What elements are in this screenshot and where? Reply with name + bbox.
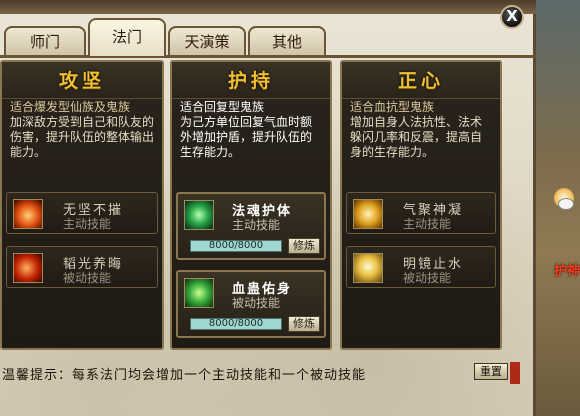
close-button[interactable]: X — [500, 5, 524, 29]
flame-warrior-icon — [13, 199, 43, 229]
skill-type: 被动技能 — [63, 271, 112, 285]
footer-tip: 温馨提示：每系法门均会增加一个主动技能和一个被动技能 — [2, 368, 367, 383]
desc-first-line: 适合爆发型仙族及鬼族 — [10, 100, 131, 114]
skill-type: 主动技能 — [403, 217, 452, 231]
column-title: 攻坚 — [2, 62, 162, 99]
skill-progress-bar: 8000/8000 — [190, 240, 282, 252]
tab-other[interactable]: 其他 — [248, 26, 326, 56]
red-seal-decoration — [510, 362, 520, 384]
skill-type: 主动技能 — [232, 218, 281, 232]
skill-type: 被动技能 — [403, 271, 452, 285]
column-zhengxin: 正心 适合血抗型鬼族 增加自身人法抗性、法术躲闪几率和反震，提高自身的生存能力。… — [340, 60, 502, 350]
train-button[interactable]: 修炼 — [288, 316, 320, 332]
skill-card[interactable]: 明镜止水 被动技能 — [346, 246, 496, 288]
skill-progress-bar: 8000/8000 — [190, 318, 282, 330]
skill-card[interactable]: 无坚不摧 主动技能 — [6, 192, 158, 234]
skill-card[interactable]: 气聚神凝 主动技能 — [346, 192, 496, 234]
skill-card[interactable]: 血蛊佑身 被动技能 8000/8000 修炼 — [176, 270, 326, 338]
fire-aura-icon — [13, 253, 43, 283]
column-title: 护持 — [172, 62, 330, 99]
speech-bubble-icon — [558, 198, 574, 210]
reset-button[interactable]: 重置 — [474, 363, 508, 380]
desc-first-line: 适合回复型鬼族 — [180, 100, 265, 114]
game-scene-strip: 护神 — [530, 0, 580, 416]
skill-type: 主动技能 — [63, 217, 112, 231]
window-top-border — [0, 0, 536, 14]
column-description: 适合回复型鬼族 为己方单位回复气血时额外增加护盾，提升队伍的生存能力。 — [180, 100, 322, 160]
tab-shimen[interactable]: 师门 — [4, 26, 86, 56]
desc-body: 增加自身人法抗性、法术躲闪几率和反震，提高自身的生存能力。 — [350, 115, 483, 159]
skill-card[interactable]: 韬光养晦 被动技能 — [6, 246, 158, 288]
column-huchi: 护持 适合回复型鬼族 为己方单位回复气血时额外增加护盾，提升队伍的生存能力。 法… — [170, 60, 332, 350]
desc-body: 为己方单位回复气血时额外增加护盾，提升队伍的生存能力。 — [180, 115, 313, 159]
tab-famen[interactable]: 法门 — [88, 18, 166, 56]
skill-panel-window: X 师门 法门 天演策 其他 攻坚 适合爆发型仙族及鬼族 加深敌方受到自己和队友… — [0, 0, 536, 416]
green-spirit-icon — [184, 200, 214, 230]
green-swirl-icon — [184, 278, 214, 308]
npc-name-text: 护神 — [553, 264, 580, 279]
desc-body: 加深敌方受到自己和队友的伤害，提升队伍的整体输出能力。 — [10, 115, 155, 159]
column-description: 适合血抗型鬼族 增加自身人法抗性、法术躲闪几率和反震，提高自身的生存能力。 — [350, 100, 492, 160]
train-button[interactable]: 修炼 — [288, 238, 320, 254]
golden-light-icon — [353, 253, 383, 283]
tab-tianyance[interactable]: 天演策 — [168, 26, 246, 56]
desc-first-line: 适合血抗型鬼族 — [350, 100, 435, 114]
column-gongjian: 攻坚 适合爆发型仙族及鬼族 加深敌方受到自己和队友的伤害，提升队伍的整体输出能力… — [0, 60, 164, 350]
tab-divider — [0, 55, 536, 58]
column-description: 适合爆发型仙族及鬼族 加深敌方受到自己和队友的伤害，提升队伍的整体输出能力。 — [10, 100, 154, 160]
skill-card[interactable]: 法魂护体 主动技能 8000/8000 修炼 — [176, 192, 326, 260]
golden-meditation-icon — [353, 199, 383, 229]
column-title: 正心 — [342, 62, 500, 99]
skill-type: 被动技能 — [232, 296, 281, 310]
